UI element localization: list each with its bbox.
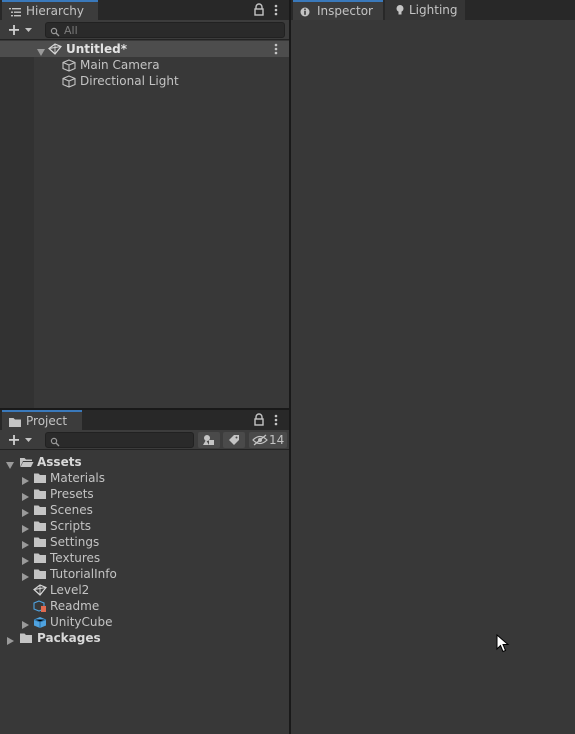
- project-panel: Project 14 Assets Materials Presets Scen…: [0, 410, 289, 734]
- project-item-assets[interactable]: Assets: [0, 454, 289, 470]
- search-by-label-button[interactable]: [223, 432, 245, 448]
- project-item-unitycube[interactable]: UnityCube: [0, 614, 289, 630]
- project-tree: Assets Materials Presets Scenes Scripts …: [0, 454, 289, 734]
- project-item-label: Scripts: [50, 519, 92, 533]
- lock-icon[interactable]: [252, 412, 266, 428]
- tab-inspector-label: Inspector: [317, 4, 373, 18]
- hierarchy-gutter: [0, 41, 34, 408]
- tab-project-label: Project: [26, 414, 68, 428]
- hierarchy-item-label: Directional Light: [80, 74, 179, 88]
- hierarchy-item-label: Main Camera: [80, 58, 160, 72]
- project-item-label: Packages: [37, 631, 101, 645]
- project-search-input[interactable]: [45, 432, 194, 448]
- project-toolbar: 14: [0, 430, 289, 450]
- project-item-scenes[interactable]: Scenes: [0, 502, 289, 518]
- search-by-type-button[interactable]: [198, 432, 220, 448]
- hierarchy-item-directional-light[interactable]: Directional Light: [0, 73, 289, 89]
- project-item-label: Settings: [50, 535, 100, 549]
- inspector-panel: Inspector Lighting: [291, 0, 575, 734]
- project-item-label: Assets: [37, 455, 82, 469]
- hierarchy-search-input[interactable]: All: [45, 22, 285, 38]
- create-dropdown-button[interactable]: [6, 21, 36, 39]
- gameobject-cube-icon: [62, 75, 76, 92]
- project-item-level2[interactable]: Level2: [0, 582, 289, 598]
- create-dropdown-button[interactable]: [6, 431, 36, 449]
- project-item-label: Presets: [50, 487, 94, 501]
- project-item-readme[interactable]: Readme: [0, 598, 289, 614]
- project-item-label: UnityCube: [50, 615, 113, 629]
- project-item-label: Scenes: [50, 503, 93, 517]
- scene-name: Untitled*: [66, 42, 127, 56]
- mouse-cursor-icon: [496, 633, 510, 657]
- project-tabbar: Project: [0, 410, 289, 430]
- scene-row[interactable]: Untitled*: [0, 41, 289, 57]
- hierarchy-search-placeholder: All: [64, 24, 78, 37]
- hierarchy-item-main-camera[interactable]: Main Camera: [0, 57, 289, 73]
- tab-inspector[interactable]: Inspector: [293, 0, 383, 20]
- collapsed-arrow-icon[interactable]: [6, 634, 15, 650]
- tab-hierarchy[interactable]: Hierarchy: [2, 0, 98, 20]
- project-item-label: TutorialInfo: [50, 567, 117, 581]
- eye-slash-icon: [252, 434, 268, 449]
- search-icon: [50, 26, 60, 40]
- hidden-packages-button[interactable]: 14: [249, 432, 287, 448]
- project-item-label: Level2: [50, 583, 90, 597]
- tab-lighting-label: Lighting: [409, 3, 458, 17]
- hierarchy-panel: Hierarchy All Untitled* Main Camera Dire…: [0, 0, 289, 408]
- hierarchy-tabbar: Hierarchy: [0, 0, 289, 20]
- tab-hierarchy-label: Hierarchy: [26, 4, 85, 18]
- project-item-presets[interactable]: Presets: [0, 486, 289, 502]
- inspector-content: [291, 20, 575, 734]
- tab-lighting[interactable]: Lighting: [385, 0, 465, 20]
- folder-icon: [19, 632, 33, 648]
- project-item-settings[interactable]: Settings: [0, 534, 289, 550]
- search-icon: [50, 436, 60, 450]
- project-item-label: Textures: [50, 551, 101, 565]
- project-item-scripts[interactable]: Scripts: [0, 518, 289, 534]
- hierarchy-toolbar: All: [0, 20, 289, 40]
- inspector-tabbar: Inspector Lighting: [291, 0, 575, 20]
- lock-icon[interactable]: [252, 2, 266, 18]
- project-item-packages[interactable]: Packages: [0, 630, 289, 646]
- project-item-label: Readme: [50, 599, 100, 613]
- project-item-tutorialinfo[interactable]: TutorialInfo: [0, 566, 289, 582]
- project-item-textures[interactable]: Textures: [0, 550, 289, 566]
- project-item-materials[interactable]: Materials: [0, 470, 289, 486]
- project-item-label: Materials: [50, 471, 106, 485]
- tab-project[interactable]: Project: [2, 410, 82, 430]
- kebab-menu-icon[interactable]: [269, 412, 283, 428]
- kebab-menu-icon[interactable]: [269, 2, 283, 18]
- hidden-packages-count: 14: [269, 433, 285, 447]
